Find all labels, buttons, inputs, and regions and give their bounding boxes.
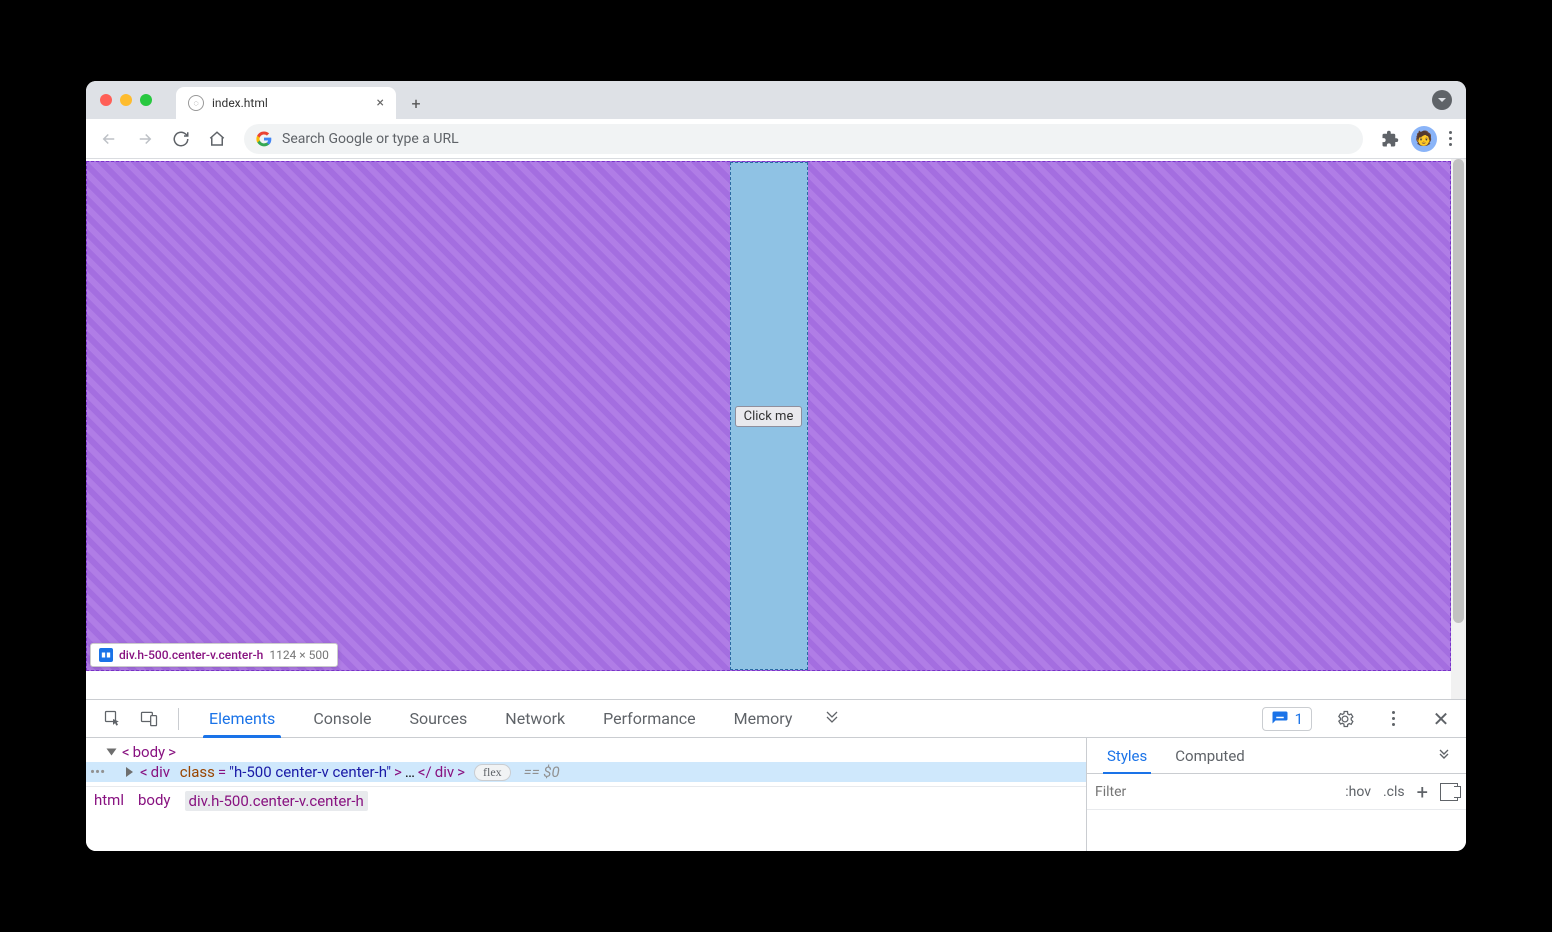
styles-filter-bar: :hov .cls + <box>1087 774 1466 810</box>
more-tabs-chevron-icon[interactable] <box>812 707 852 731</box>
tree-node-body[interactable]: <body> <box>86 742 1086 762</box>
crumb-body[interactable]: body <box>138 791 171 811</box>
flex-badge-icon <box>99 648 113 662</box>
chrome-menu-icon[interactable] <box>1443 131 1458 146</box>
device-toolbar-icon[interactable] <box>132 702 166 736</box>
devtools-close-icon[interactable]: ✕ <box>1426 707 1456 731</box>
elements-panel: <body> ••• <div class="h-500 center-v ce… <box>86 738 1086 851</box>
tab-elements[interactable]: Elements <box>191 700 293 737</box>
devtools-panel: Elements Console Sources Network Perform… <box>86 699 1466 851</box>
titlebar: ◌ index.html × + <box>86 81 1466 119</box>
close-window-icon[interactable] <box>100 94 112 106</box>
crumb-div[interactable]: div.h-500.center-v.center-h <box>185 791 368 811</box>
close-tab-icon[interactable]: × <box>377 95 384 111</box>
more-styles-tabs-icon[interactable] <box>1430 746 1458 766</box>
tooltip-dimensions: 1124 × 500 <box>269 648 329 662</box>
separator <box>178 708 179 730</box>
browser-window: ◌ index.html × + Search Google or type a… <box>86 81 1466 851</box>
breadcrumb: html body div.h-500.center-v.center-h <box>86 786 1086 815</box>
google-icon <box>256 131 272 147</box>
tab-console[interactable]: Console <box>295 700 389 737</box>
vertical-scrollbar[interactable] <box>1451 159 1466 699</box>
styles-panel: Styles Computed :hov .cls + <box>1086 738 1466 851</box>
back-button[interactable] <box>94 124 124 154</box>
issues-count: 1 <box>1295 710 1303 728</box>
extensions-icon[interactable] <box>1375 124 1405 154</box>
styles-tabbar: Styles Computed <box>1087 738 1466 774</box>
crumb-html[interactable]: html <box>94 791 124 811</box>
devtools-tabbar: Elements Console Sources Network Perform… <box>86 700 1466 738</box>
globe-icon: ◌ <box>188 95 204 111</box>
tab-performance[interactable]: Performance <box>585 700 714 737</box>
cls-toggle[interactable]: .cls <box>1383 784 1405 800</box>
window-controls <box>100 94 152 106</box>
hov-toggle[interactable]: :hov <box>1345 784 1371 800</box>
maximize-window-icon[interactable] <box>140 94 152 106</box>
tab-computed[interactable]: Computed <box>1163 738 1257 773</box>
devtools-body: <body> ••• <div class="h-500 center-v ce… <box>86 738 1466 851</box>
click-me-button[interactable]: Click me <box>735 406 803 427</box>
settings-gear-icon[interactable] <box>1330 709 1360 729</box>
styles-filter-input[interactable] <box>1095 784 1175 800</box>
inspect-element-icon[interactable] <box>96 702 130 736</box>
devtools-menu-icon[interactable] <box>1378 711 1408 726</box>
browser-tab[interactable]: ◌ index.html × <box>176 87 396 119</box>
scrollbar-thumb[interactable] <box>1453 159 1464 623</box>
tab-title: index.html <box>212 96 268 110</box>
minimize-window-icon[interactable] <box>120 94 132 106</box>
element-tooltip: div.h-500.center-v.center-h 1124 × 500 <box>90 643 338 667</box>
new-style-rule-icon[interactable]: + <box>1417 780 1428 804</box>
toolbar: Search Google or type a URL 🧑 <box>86 119 1466 159</box>
flex-badge[interactable]: flex <box>474 764 511 781</box>
tab-list-chevron-icon[interactable] <box>1432 90 1452 110</box>
flex-highlight-overlay: Click me <box>86 161 1451 671</box>
tooltip-selector: div.h-500.center-v.center-h <box>119 648 263 662</box>
tab-sources[interactable]: Sources <box>391 700 485 737</box>
tab-memory[interactable]: Memory <box>716 700 811 737</box>
computed-styles-toggle-icon[interactable] <box>1440 783 1458 801</box>
reload-button[interactable] <box>166 124 196 154</box>
dom-tree[interactable]: <body> ••• <div class="h-500 center-v ce… <box>86 738 1086 786</box>
page-content: Click me div.h-500.center-v.center-h 112… <box>86 161 1451 671</box>
console-reference: == $0 <box>524 763 560 781</box>
page-viewport: Click me div.h-500.center-v.center-h 112… <box>86 159 1466 699</box>
omnibox[interactable]: Search Google or type a URL <box>244 124 1363 154</box>
forward-button[interactable] <box>130 124 160 154</box>
flex-item-highlight: Click me <box>730 162 808 670</box>
expand-triangle-icon[interactable] <box>126 767 133 777</box>
tab-network[interactable]: Network <box>487 700 583 737</box>
issues-button[interactable]: 1 <box>1262 707 1312 731</box>
home-button[interactable] <box>202 124 232 154</box>
profile-avatar[interactable]: 🧑 <box>1411 126 1437 152</box>
line-actions-icon[interactable]: ••• <box>90 763 105 781</box>
tree-node-selected[interactable]: ••• <div class="h-500 center-v center-h"… <box>86 762 1086 782</box>
omnibox-placeholder: Search Google or type a URL <box>282 131 459 147</box>
expand-triangle-icon[interactable] <box>107 749 117 756</box>
new-tab-button[interactable]: + <box>402 89 430 117</box>
tab-styles[interactable]: Styles <box>1095 738 1159 773</box>
